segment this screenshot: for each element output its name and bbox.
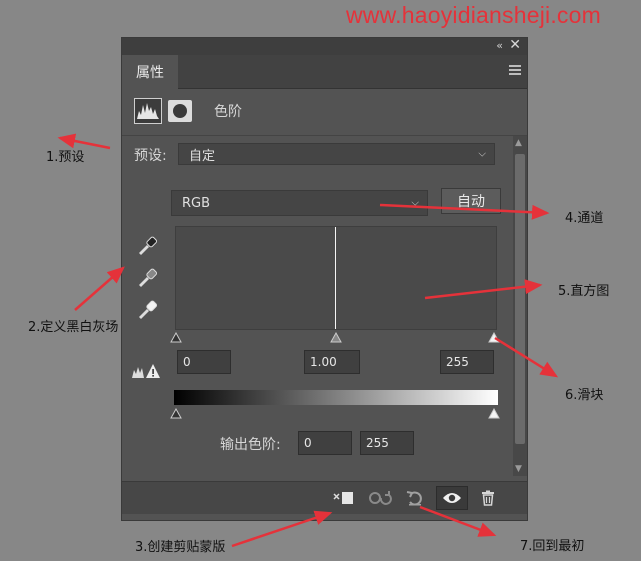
- annotation-channel: 4.通道: [565, 211, 604, 226]
- annotation-eyedroppers: 2.定义黑白灰场: [28, 320, 119, 335]
- arrow-clip: [231, 510, 333, 548]
- arrow-channel: [379, 203, 550, 220]
- annotation-slider: 6.滑块: [565, 388, 604, 403]
- annotation-reset: 7.回到最初: [520, 539, 585, 554]
- annotation-arrows: [57, 133, 559, 548]
- arrow-slider: [494, 336, 559, 378]
- arrow-histogram: [424, 279, 543, 300]
- annotation-histogram: 5.直方图: [558, 284, 610, 299]
- arrow-eyedroppers: [74, 266, 125, 311]
- annotation-clip: 3.创建剪贴蒙版: [135, 540, 226, 555]
- annotation-preset: 1.预设: [46, 150, 85, 165]
- arrow-reset: [419, 505, 497, 537]
